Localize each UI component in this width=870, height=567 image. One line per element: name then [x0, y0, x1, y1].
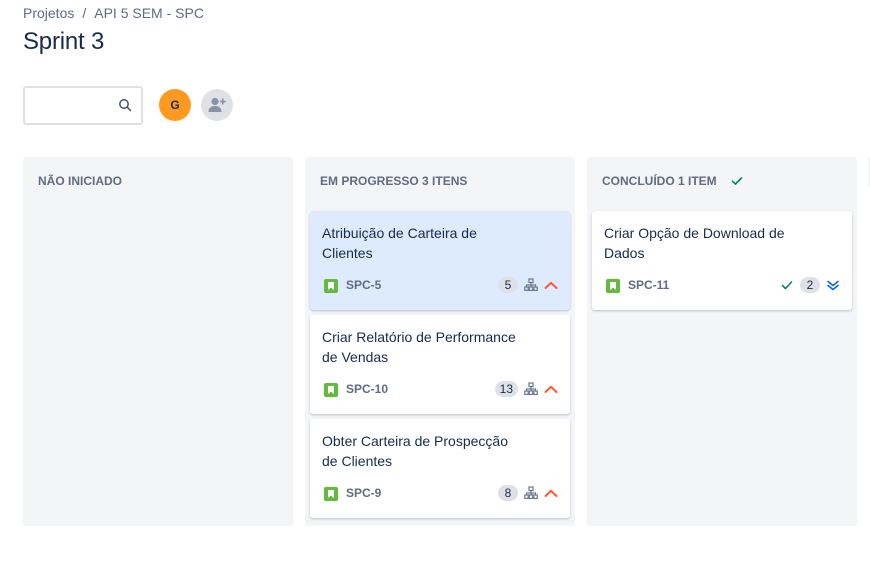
search-input[interactable]: [23, 86, 143, 125]
issue-title: Atribuição de Carteira de Clientes: [322, 225, 477, 261]
column-done: CONCLUÍDO 1 ITEM Criar Opção de Download…: [587, 157, 857, 526]
search-icon: [119, 99, 132, 112]
check-icon: [731, 177, 742, 185]
story-icon: [324, 487, 338, 501]
column-header-label: NÃO INICIADO: [38, 174, 122, 188]
column-header: CONCLUÍDO 1 ITEM: [602, 174, 743, 188]
page-title: Sprint 3: [23, 28, 105, 55]
issue-title: Criar Relatório de Performance de Vendas: [322, 329, 516, 365]
story-icon: [606, 279, 620, 293]
issue-meta: 5: [498, 275, 558, 295]
add-user-icon: [208, 97, 226, 112]
story-icon: [324, 279, 338, 293]
priority-lowest-icon: [827, 280, 839, 291]
issue-card[interactable]: Obter Carteira de Prospecção de Clientes…: [310, 419, 570, 518]
breadcrumb-project-link[interactable]: API 5 SEM - SPC: [94, 5, 204, 21]
column-header-label: EM PROGRESSO 3 ITENS: [320, 174, 468, 188]
issue-card[interactable]: Criar Relatório de Performance de Vendas…: [310, 315, 570, 414]
avatar[interactable]: G: [159, 89, 191, 121]
story-points-badge: 2: [800, 277, 820, 293]
issue-meta: 2: [780, 275, 840, 295]
story-icon: [324, 383, 338, 397]
issue-card[interactable]: Criar Opção de Download de Dados SPC-11 …: [592, 211, 852, 310]
breadcrumb-projects-link[interactable]: Projetos: [23, 5, 74, 21]
column-header-label: CONCLUÍDO 1 ITEM: [602, 174, 717, 188]
issue-title: Criar Opção de Download de Dados: [604, 225, 785, 261]
story-points-badge: 13: [494, 381, 518, 397]
priority-high-icon: [544, 385, 558, 393]
breadcrumb: Projetos / API 5 SEM - SPC: [23, 5, 204, 21]
priority-high-icon: [544, 281, 558, 289]
column-header: NÃO INICIADO: [38, 174, 122, 188]
issue-key[interactable]: SPC-5: [346, 278, 381, 292]
issue-key[interactable]: SPC-10: [346, 382, 388, 396]
add-people-button[interactable]: [201, 89, 233, 121]
issue-title: Obter Carteira de Prospecção de Clientes: [322, 433, 508, 469]
issue-meta: 13: [494, 379, 558, 399]
issue-card[interactable]: Atribuição de Carteira de Clientes SPC-5…: [310, 211, 570, 310]
priority-high-icon: [544, 489, 558, 497]
breadcrumb-separator: /: [82, 5, 87, 21]
column-in-progress: EM PROGRESSO 3 ITENS Atribuição de Carte…: [305, 157, 575, 526]
done-check-icon: [781, 281, 793, 290]
column-header: EM PROGRESSO 3 ITENS: [320, 174, 467, 188]
story-points-badge: 8: [498, 485, 518, 501]
story-points-badge: 5: [498, 277, 518, 293]
issue-key[interactable]: SPC-11: [628, 278, 669, 292]
subtask-icon: [524, 486, 538, 500]
issue-meta: 8: [498, 483, 558, 503]
subtask-icon: [524, 278, 538, 292]
column-not-started: NÃO INICIADO: [23, 157, 293, 526]
subtask-icon: [524, 382, 538, 396]
issue-key[interactable]: SPC-9: [346, 486, 381, 500]
